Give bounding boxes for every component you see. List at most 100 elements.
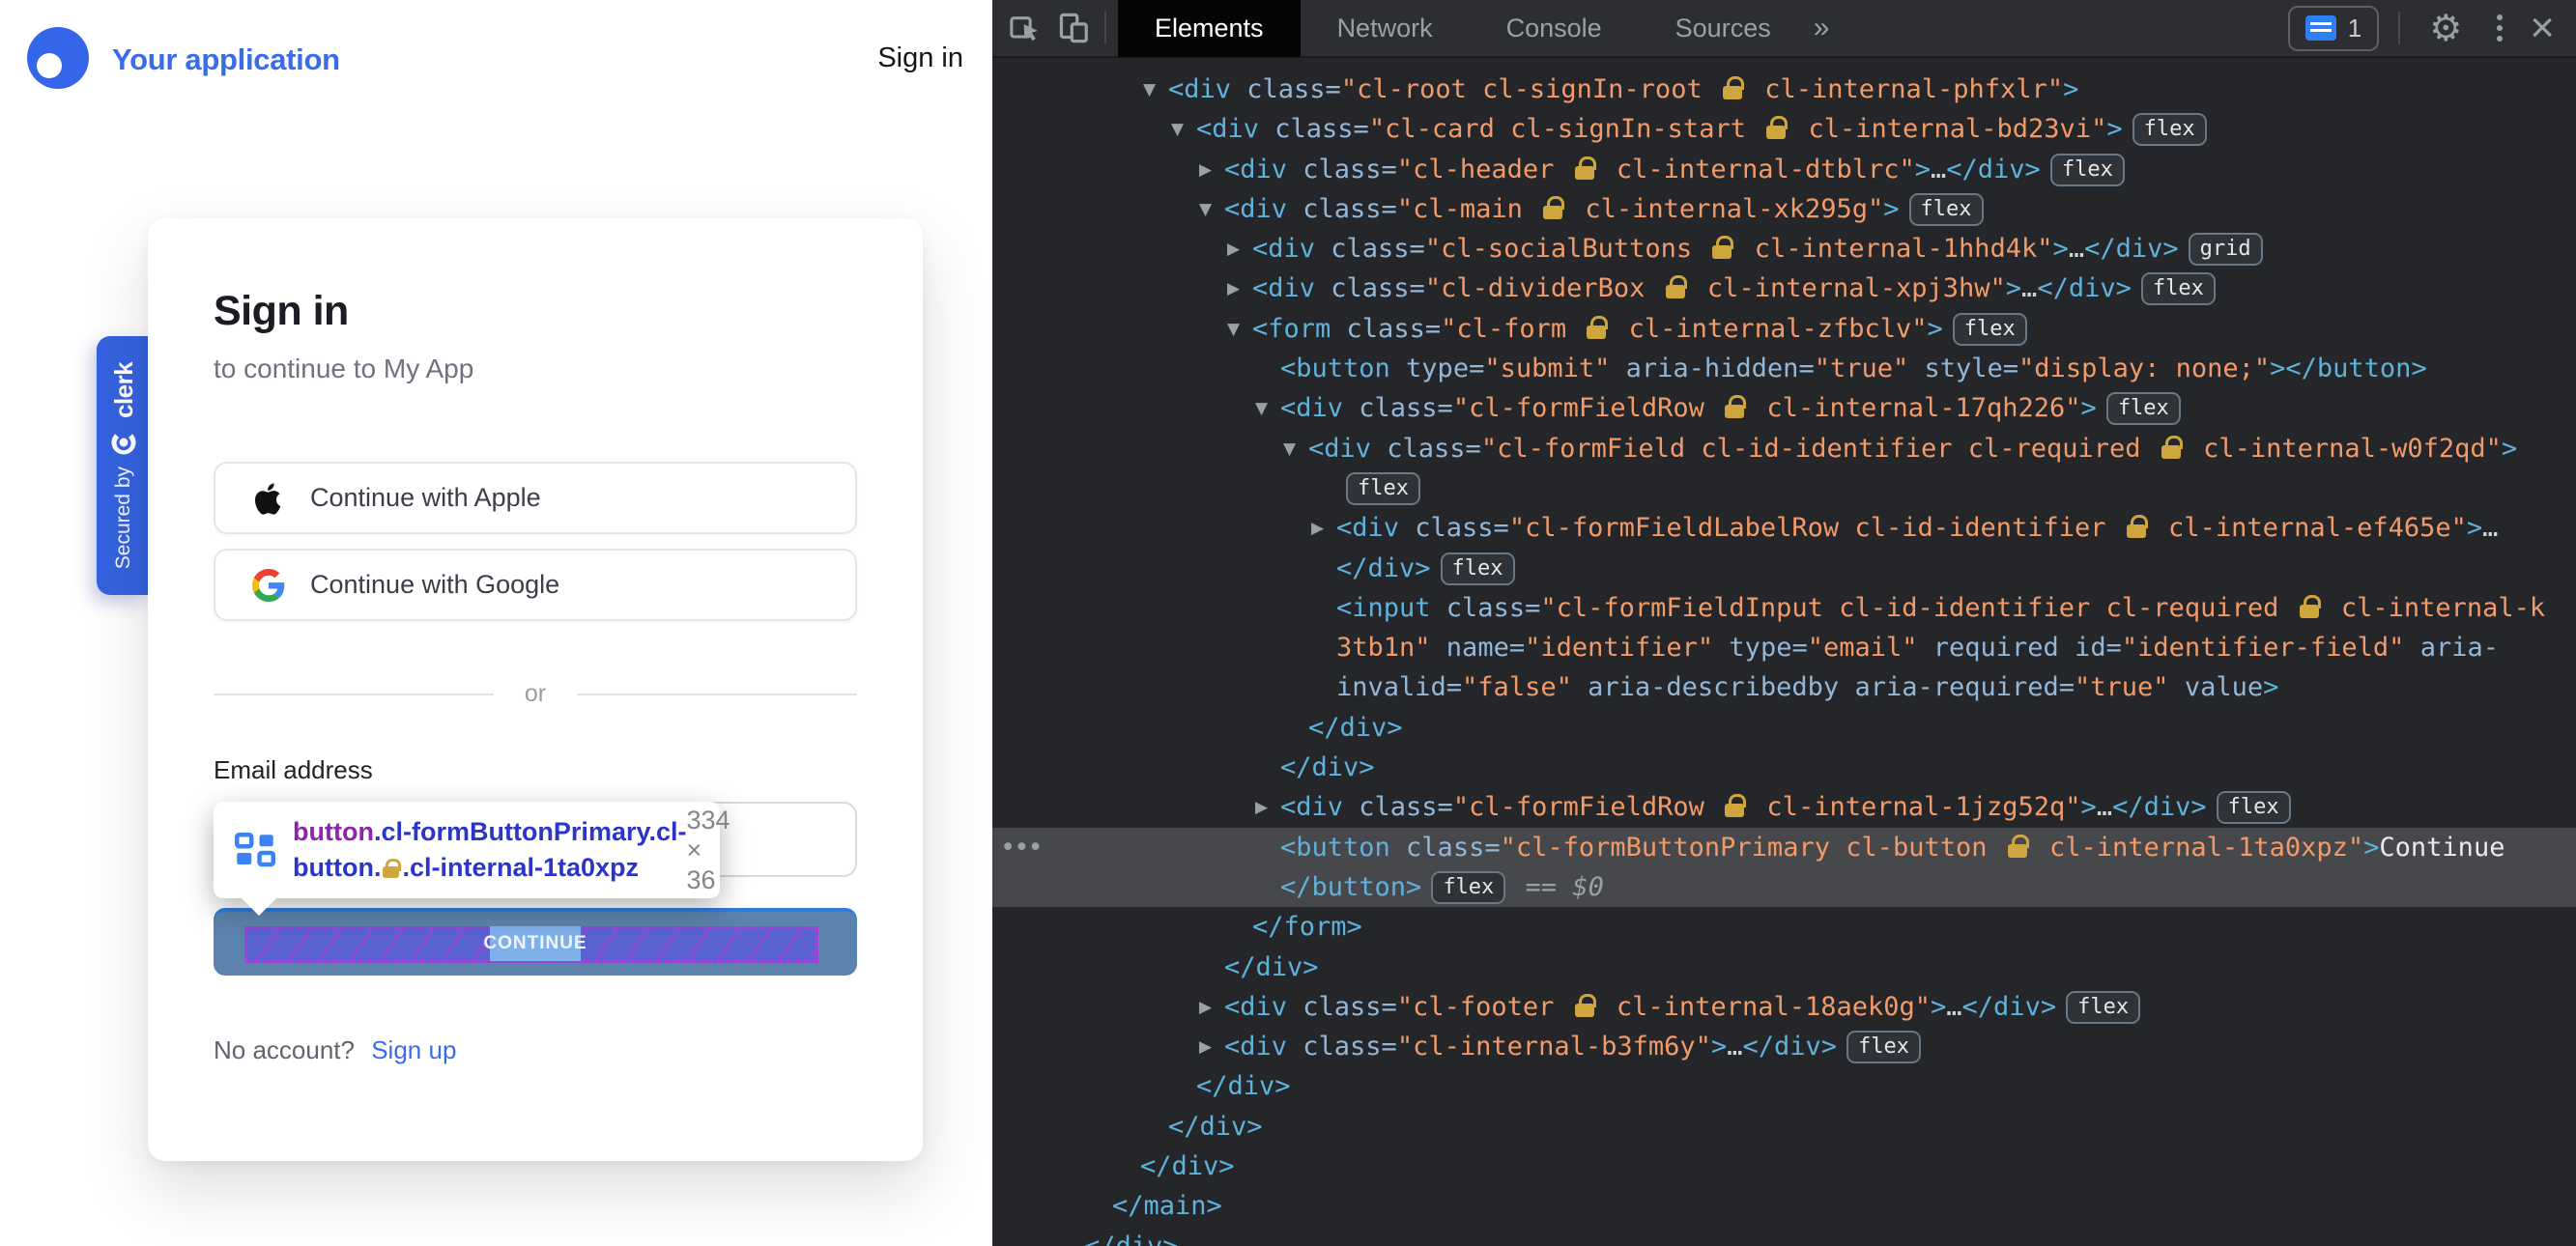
sign-up-link[interactable]: Sign up (371, 1035, 456, 1064)
continue-with-google-button[interactable]: Continue with Google (214, 549, 857, 621)
flex-badge[interactable]: flex (1346, 471, 1420, 505)
flex-badge[interactable]: flex (2132, 113, 2207, 147)
flex-badge[interactable]: flex (2066, 990, 2141, 1024)
devtools-tree-line[interactable]: ▼ <div class="cl-formField cl-id-identifi… (992, 429, 2576, 468)
devtools-tree-line[interactable]: <button type="submit" aria-hidden="true"… (992, 349, 2576, 388)
tab-console[interactable]: Console (1470, 0, 1639, 57)
devtools-tree-line[interactable]: ▶ <div class="cl-internal-b3fm6y">…</div>… (992, 1027, 2576, 1066)
continue-with-apple-button[interactable]: Continue with Apple (214, 462, 857, 534)
devtools-tree-line[interactable]: <input class="cl-formFieldInput cl-id-id… (992, 588, 2576, 628)
flex-badge[interactable]: flex (2049, 153, 2125, 186)
flex-badge[interactable]: flex (1908, 192, 1984, 226)
devtools-tree-line[interactable]: </div> (992, 1107, 2576, 1147)
devtools-tree-line[interactable]: ▼ <div class="cl-card cl-signIn-start cl-… (992, 109, 2576, 149)
collapse-arrow-icon[interactable]: ▼ (1255, 389, 1268, 429)
devtools-tree-line[interactable]: ▼ <div class="cl-main cl-internal-xk295g"… (992, 189, 2576, 229)
close-devtools-icon[interactable]: × (2530, 7, 2555, 49)
devtools-tree-line[interactable]: ▶ <div class="cl-dividerBox cl-internal-x… (992, 269, 2576, 308)
tab-network[interactable]: Network (1301, 0, 1470, 57)
flex-badge[interactable]: flex (2105, 392, 2181, 426)
continue-button-inspect-highlighted[interactable]: CONTINUE (214, 908, 857, 976)
devtools-tree-line[interactable]: </div> flex (992, 549, 2576, 588)
card-title: Sign in (214, 288, 349, 334)
devtools-tree-line[interactable]: </form> (992, 907, 2576, 947)
or-divider: or (214, 680, 858, 708)
devtools-tree-line[interactable]: </main> (992, 1186, 2576, 1226)
google-button-label: Continue with Google (310, 570, 560, 599)
clerk-logo-icon (111, 434, 136, 455)
expand-arrow-icon[interactable]: ▶ (1227, 269, 1240, 309)
lock-icon (1574, 993, 1596, 1017)
apple-icon (254, 482, 281, 515)
google-icon (252, 568, 285, 602)
tooltip-dimensions: 334 × 36 (686, 805, 730, 894)
expand-arrow-icon[interactable]: ▶ (1255, 788, 1268, 828)
tab-sources[interactable]: Sources (1639, 0, 1808, 57)
devtools-tree-line[interactable]: </div> (992, 948, 2576, 987)
apple-button-label: Continue with Apple (310, 483, 541, 512)
flex-badge[interactable]: flex (1846, 1031, 1921, 1064)
card-subtitle: to continue to My App (214, 354, 474, 383)
settings-gear-icon[interactable]: ⚙ (2429, 7, 2462, 50)
expand-arrow-icon[interactable]: ▶ (1227, 230, 1240, 269)
collapse-arrow-icon[interactable]: ▼ (1283, 430, 1296, 469)
expand-arrow-icon[interactable]: ▶ (1199, 1028, 1212, 1067)
issues-counter-button[interactable]: 1 (2287, 5, 2380, 51)
devtools-tree-line[interactable]: </div> (992, 1066, 2576, 1106)
lock-icon (1712, 236, 1734, 260)
collapse-arrow-icon[interactable]: ▼ (1171, 110, 1184, 150)
devtools-tree-line[interactable]: ▼ <div class="cl-formFieldRow cl-internal… (992, 388, 2576, 428)
collapse-arrow-icon[interactable]: ▼ (1227, 310, 1240, 350)
node-actions-dots-icon[interactable]: ••• (1000, 828, 1044, 867)
devtools-tree-line[interactable]: </div> (992, 1227, 2576, 1246)
devtools-toolbar: Elements Network Console Sources » 1 ⚙ × (992, 0, 2576, 58)
devtools-tree-line[interactable]: ▶ <div class="cl-footer cl-internal-18aek… (992, 987, 2576, 1027)
devtools-tree-line[interactable]: ▶ <div class="cl-socialButtons cl-interna… (992, 229, 2576, 269)
devtools-tree-line[interactable]: invalid="false" aria-describedby aria-re… (992, 667, 2576, 707)
continue-button-label: CONTINUE (483, 926, 587, 961)
devtools-tree-line[interactable]: ▼ <form class="cl-form cl-internal-zfbclv… (992, 309, 2576, 349)
secured-by-clerk-badge[interactable]: Secured by clerk (97, 336, 151, 595)
expand-arrow-icon[interactable]: ▶ (1311, 509, 1324, 549)
lock-icon (2007, 834, 2029, 858)
devtools-tree-line[interactable]: 3tb1n" name="identifier" type="email" re… (992, 628, 2576, 667)
lock-icon (1587, 315, 1609, 339)
app-logo-icon (27, 27, 89, 89)
devtools-tree-line[interactable]: </div> (992, 708, 2576, 748)
more-tabs-icon[interactable]: » (1814, 12, 1830, 44)
toggle-device-toolbar-icon[interactable] (1056, 10, 1093, 46)
secured-by-label: Secured by (112, 467, 134, 570)
devtools-tree-line[interactable]: ▼ <div class="cl-root cl-signIn-root cl-i… (992, 70, 2576, 109)
screen: Your application Sign in Secured by cler… (0, 0, 2576, 1246)
collapse-arrow-icon[interactable]: ▼ (1199, 190, 1212, 230)
or-label: or (524, 680, 547, 707)
devtools-tree-line[interactable]: ••• <button class="cl-formButtonPrimary c… (992, 827, 2576, 867)
messages-icon (2304, 15, 2336, 41)
flex-badge[interactable]: flex (1952, 312, 2027, 346)
grid-badge[interactable]: grid (2188, 233, 2263, 267)
flex-badge[interactable]: flex (1440, 552, 1515, 585)
sign-in-card: Sign in to continue to My App Continue w… (148, 218, 923, 1161)
more-options-icon[interactable] (2497, 14, 2504, 42)
flex-badge[interactable]: flex (1431, 870, 1506, 904)
toolbar-separator (2398, 12, 2401, 44)
card-footer: No account? Sign up (214, 1035, 456, 1065)
devtools-tree-line[interactable]: </button> flex == $0 (992, 866, 2576, 908)
devtools-tree-line[interactable]: </div> (992, 748, 2576, 787)
devtools-tree-line[interactable]: flex (992, 468, 2576, 508)
lock-icon (1543, 195, 1565, 219)
devtools-tree-line[interactable]: ▶ <div class="cl-formFieldRow cl-internal… (992, 787, 2576, 827)
expand-arrow-icon[interactable]: ▶ (1199, 988, 1212, 1028)
lock-icon (1665, 275, 1687, 299)
inspect-element-icon[interactable] (1008, 11, 1043, 45)
collapse-arrow-icon[interactable]: ▼ (1143, 71, 1156, 110)
devtools-tree-line[interactable]: ▶ <div class="cl-formFieldLabelRow cl-id-… (992, 508, 2576, 548)
flex-badge[interactable]: flex (2140, 272, 2216, 306)
lock-icon (2161, 435, 2183, 459)
flex-badge[interactable]: flex (2216, 791, 2291, 825)
devtools-tree-line[interactable]: ▶ <div class="cl-header cl-internal-dtblr… (992, 150, 2576, 189)
header-sign-in-link[interactable]: Sign in (877, 42, 963, 74)
tab-elements[interactable]: Elements (1118, 0, 1301, 57)
devtools-tree-line[interactable]: </div> (992, 1147, 2576, 1186)
expand-arrow-icon[interactable]: ▶ (1199, 151, 1212, 190)
